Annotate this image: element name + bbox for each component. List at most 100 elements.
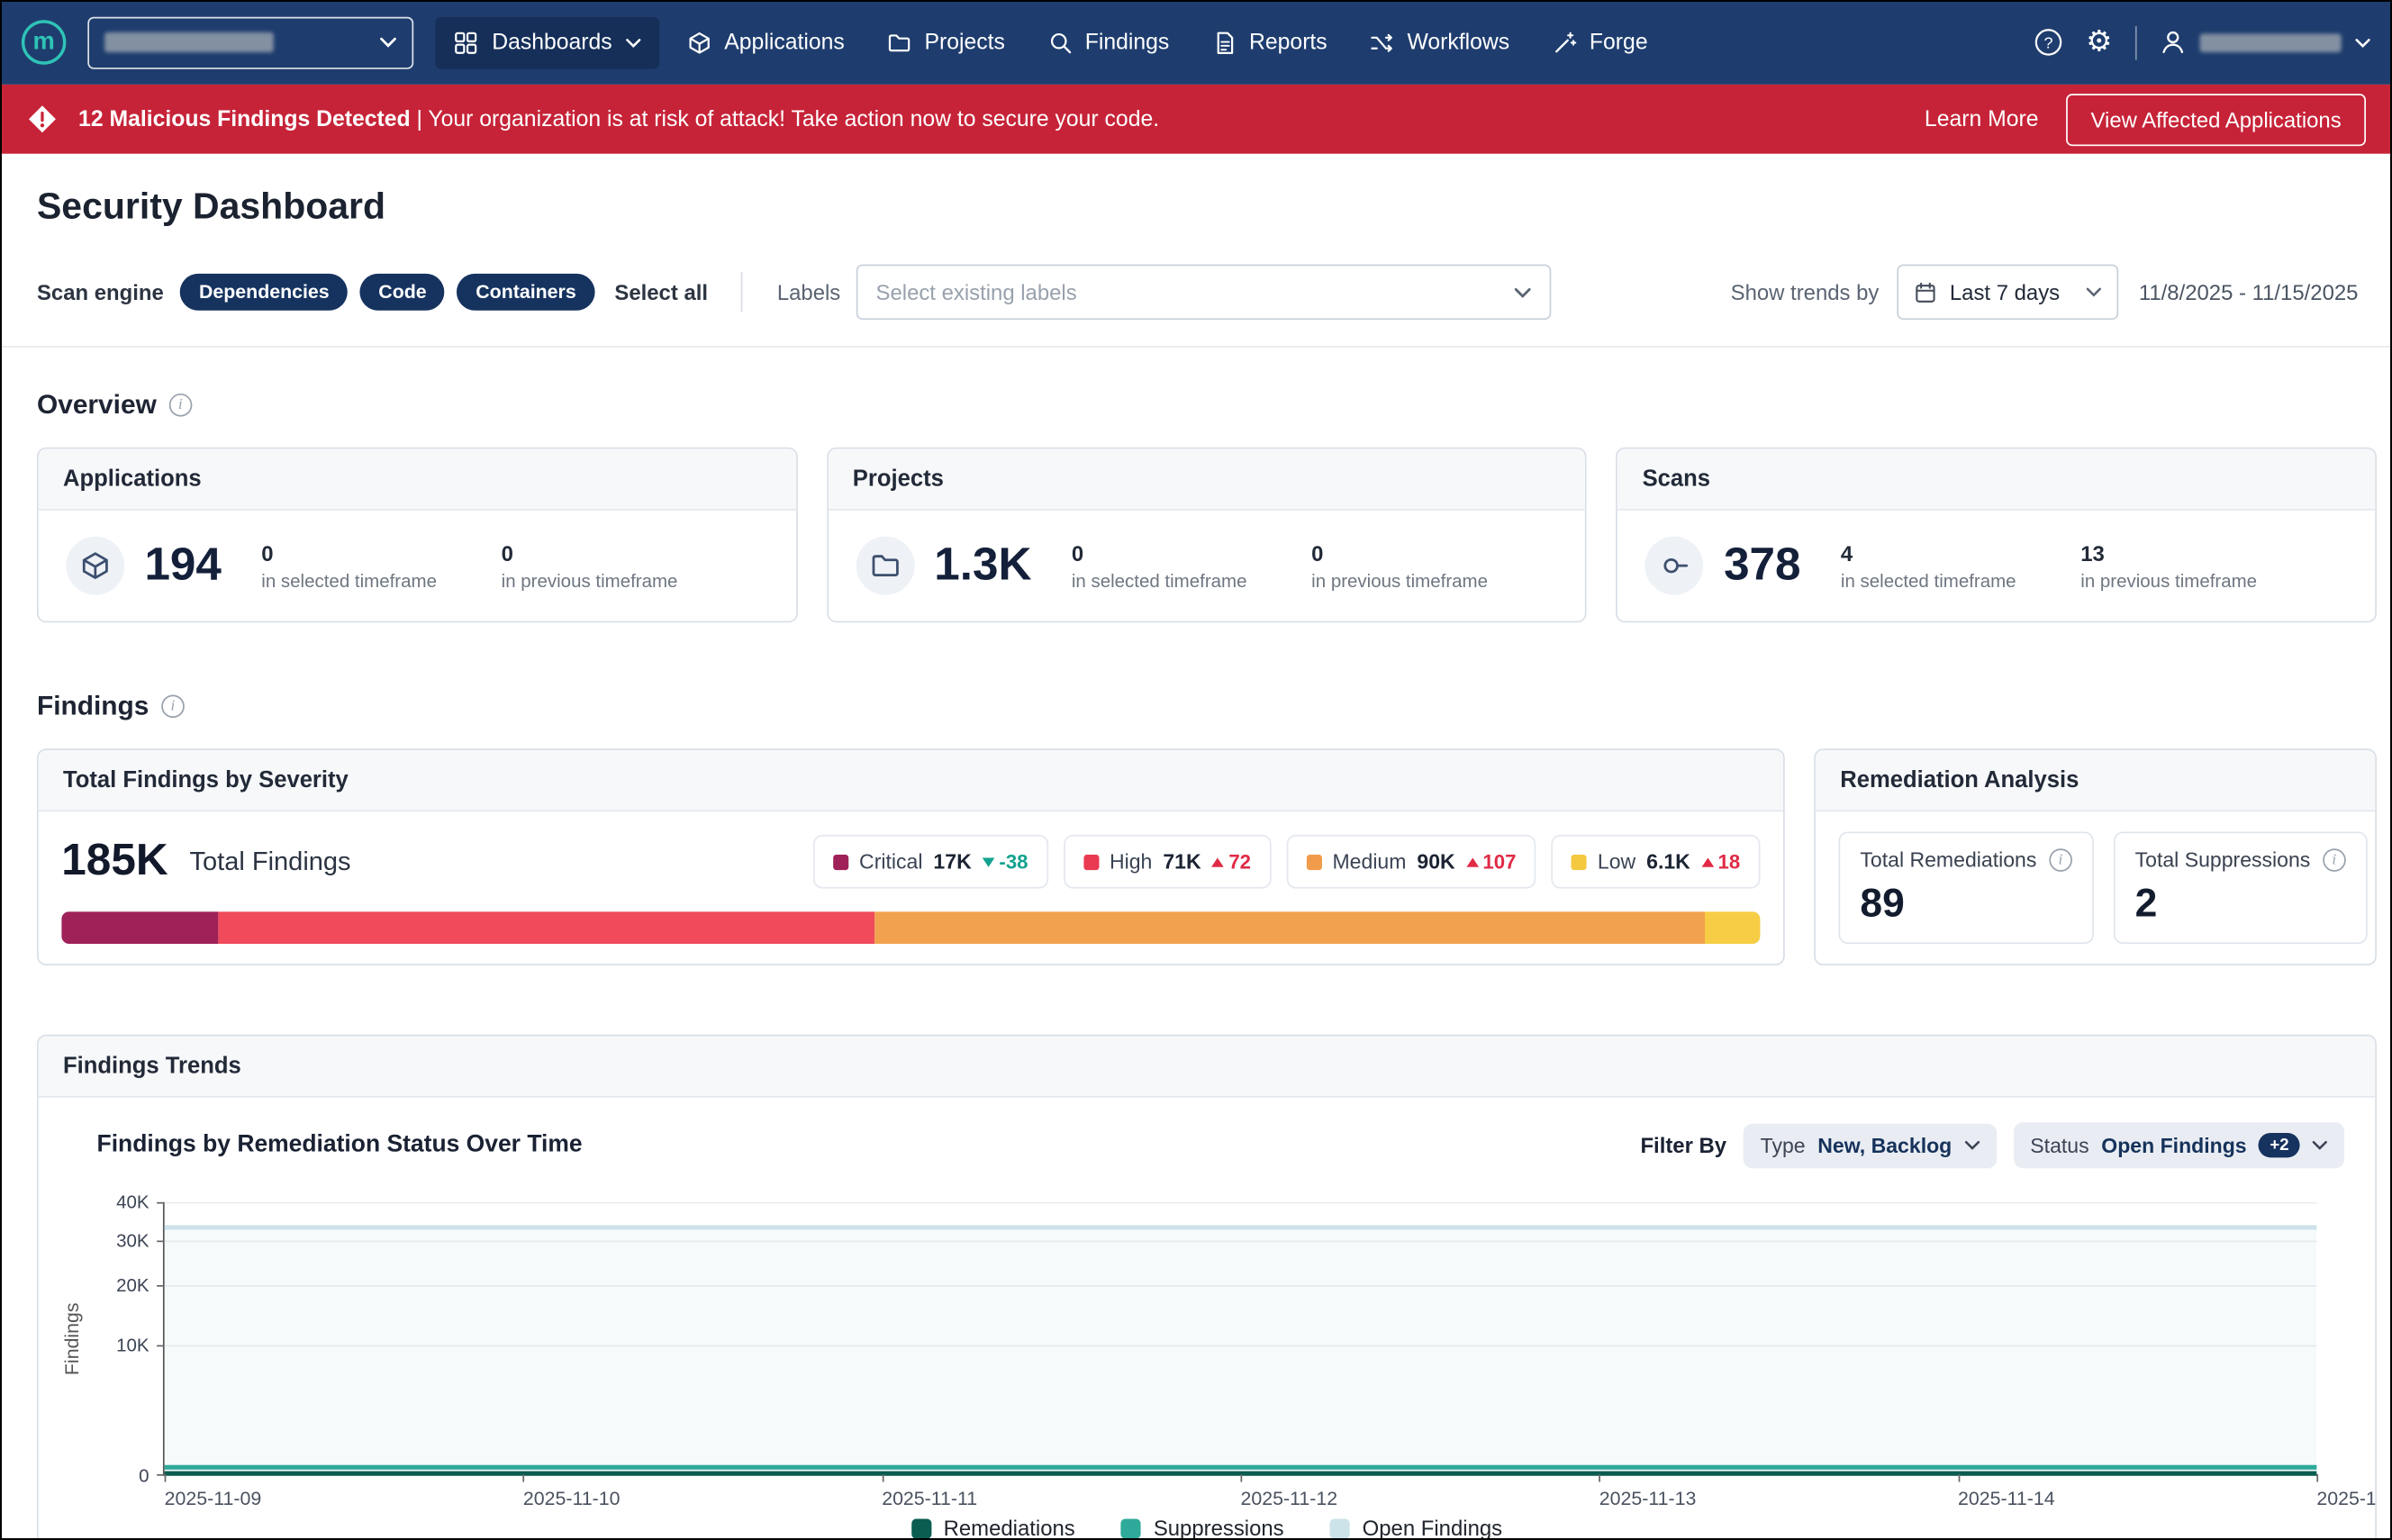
- folder-icon: [856, 537, 914, 595]
- selected-timeframe-label: in selected timeframe: [1841, 569, 2016, 591]
- x-tick-label: 2025-11-14: [1958, 1488, 2055, 1509]
- metric-label: Total Remediations: [1860, 848, 2036, 872]
- nav-dashboards[interactable]: Dashboards: [435, 16, 660, 68]
- y-tick: 0: [139, 1465, 149, 1487]
- legend-remediations[interactable]: Remediations: [911, 1516, 1075, 1540]
- engine-pill-code[interactable]: Code: [360, 274, 445, 311]
- chevron-down-icon: [1964, 1141, 1980, 1150]
- selected-timeframe-value: 4: [1841, 540, 2016, 565]
- page-title: Security Dashboard: [37, 186, 2377, 230]
- chevron-down-icon: [380, 37, 397, 48]
- user-menu[interactable]: [2160, 29, 2370, 55]
- chip-delta: -38: [983, 850, 1028, 874]
- labels-select[interactable]: [856, 265, 1551, 320]
- metric-label: Total Suppressions: [2135, 848, 2311, 872]
- calendar-icon: [1915, 281, 1938, 304]
- filter-bar: Scan engine Dependencies Code Containers…: [37, 265, 2377, 320]
- engine-pill-containers[interactable]: Containers: [458, 274, 594, 311]
- x-tick-label: 2025-11-10: [523, 1488, 621, 1509]
- info-icon[interactable]: [2323, 848, 2346, 872]
- nav-projects[interactable]: Projects: [872, 16, 1020, 68]
- info-icon[interactable]: [168, 394, 192, 417]
- learn-more-link[interactable]: Learn More: [1925, 107, 2039, 131]
- alert-separator: |: [411, 107, 429, 131]
- app-root: m Dashboards Applications: [0, 0, 2392, 1540]
- severity-card: Total Findings by Severity 185K Total Fi…: [37, 748, 1785, 965]
- previous-timeframe-value: 0: [502, 540, 678, 565]
- trend-period-dropdown[interactable]: Last 7 days: [1898, 265, 2119, 320]
- info-icon[interactable]: [161, 695, 185, 719]
- labels-input[interactable]: [876, 280, 1514, 304]
- chevron-down-icon: [1514, 286, 1531, 297]
- selected-timeframe-value: 0: [261, 540, 437, 565]
- select-all-link[interactable]: Select all: [614, 280, 708, 304]
- chevron-down-icon: [2087, 287, 2102, 296]
- nav-workflows-label: Workflows: [1407, 30, 1509, 54]
- y-tick: 40K: [116, 1191, 149, 1213]
- legend-suppressions[interactable]: Suppressions: [1121, 1516, 1284, 1540]
- x-tick-label: 2025-11-13: [1599, 1488, 1697, 1509]
- nav-applications[interactable]: Applications: [672, 16, 860, 68]
- engine-pill-dependencies[interactable]: Dependencies: [181, 274, 349, 311]
- x-tick-label: 2025-11-11: [882, 1488, 977, 1509]
- previous-timeframe-label: in previous timeframe: [1311, 569, 1488, 591]
- y-tick-mark: [157, 1345, 165, 1347]
- total-findings-label: Total Findings: [190, 847, 351, 877]
- type-filter-value: New, Backlog: [1817, 1134, 1952, 1157]
- legend-label: Remediations: [944, 1516, 1075, 1540]
- y-tick: 30K: [116, 1230, 149, 1252]
- redacted-org-name: [104, 32, 274, 52]
- nav-workflows[interactable]: Workflows: [1355, 16, 1525, 68]
- nav-dashboards-label: Dashboards: [492, 30, 612, 54]
- previous-timeframe-label: in previous timeframe: [2080, 569, 2257, 591]
- user-icon: [2160, 29, 2186, 55]
- arrow-up-icon: [1701, 857, 1714, 866]
- arrow-down-icon: [983, 857, 995, 866]
- workflows-icon: [1370, 30, 1394, 54]
- severity-chip-medium[interactable]: Medium 90K 107: [1286, 835, 1536, 889]
- nav-findings[interactable]: Findings: [1033, 16, 1185, 68]
- arrow-up-icon: [1466, 857, 1479, 866]
- nav-forge[interactable]: Forge: [1537, 16, 1663, 68]
- applications-icon: [66, 537, 124, 595]
- card-title: Remediation Analysis: [1816, 750, 2375, 811]
- findings-heading: Findings: [37, 690, 149, 722]
- severity-chip-low[interactable]: Low 6.1K 18: [1552, 835, 1761, 889]
- scan-engine-label: Scan engine: [37, 280, 164, 304]
- chart-title: Findings by Remediation Status Over Time: [97, 1131, 583, 1159]
- chip-value: 71K: [1163, 850, 1201, 874]
- org-selector[interactable]: [87, 16, 413, 68]
- help-icon[interactable]: ?: [2034, 28, 2062, 57]
- x-tick-mark: [523, 1474, 525, 1482]
- chart-legend: Remediations Suppressions Open Findings: [69, 1516, 2344, 1540]
- selected-timeframe-value: 0: [1072, 540, 1247, 565]
- status-filter-dropdown[interactable]: Status Open Findings +2: [2014, 1122, 2345, 1168]
- malicious-findings-alert: 12 Malicious Findings Detected | Your or…: [0, 85, 2392, 154]
- view-affected-applications-button[interactable]: View Affected Applications: [2066, 93, 2366, 145]
- x-tick-label: 2025-11-15: [2316, 1488, 2377, 1509]
- gear-icon[interactable]: ⚙: [2086, 28, 2112, 57]
- alert-message: 12 Malicious Findings Detected | Your or…: [78, 107, 1159, 131]
- status-filter-badge: +2: [2259, 1133, 2299, 1157]
- previous-timeframe-value: 0: [1311, 540, 1488, 565]
- severity-chip-critical[interactable]: Critical 17K -38: [813, 835, 1048, 889]
- suppressions-line: [165, 1465, 2317, 1470]
- nav-reports[interactable]: Reports: [1197, 16, 1343, 68]
- forge-icon: [1553, 30, 1577, 54]
- labels-label: Labels: [777, 280, 840, 304]
- bar-segment-low: [1704, 911, 1760, 944]
- mend-logo-icon[interactable]: m: [22, 20, 67, 65]
- chevron-down-icon: [626, 38, 641, 47]
- type-filter-dropdown[interactable]: Type New, Backlog: [1744, 1123, 1997, 1168]
- legend-open-findings[interactable]: Open Findings: [1330, 1516, 1502, 1540]
- chip-delta: 18: [1701, 850, 1740, 874]
- card-title: Total Findings by Severity: [39, 750, 1783, 811]
- severity-chip-high[interactable]: High 71K 72: [1064, 835, 1271, 889]
- info-icon[interactable]: [2049, 848, 2072, 872]
- overview-card-scans: Scans 378 4 in selected timeframe 13 in …: [1617, 448, 2377, 623]
- x-tick-label: 2025-11-12: [1241, 1488, 1338, 1509]
- chip-name: High: [1110, 850, 1152, 874]
- card-title: Applications: [39, 448, 796, 510]
- card-title: Projects: [828, 448, 1585, 510]
- overview-card-applications: Applications 194 0 in selected timeframe…: [37, 448, 797, 623]
